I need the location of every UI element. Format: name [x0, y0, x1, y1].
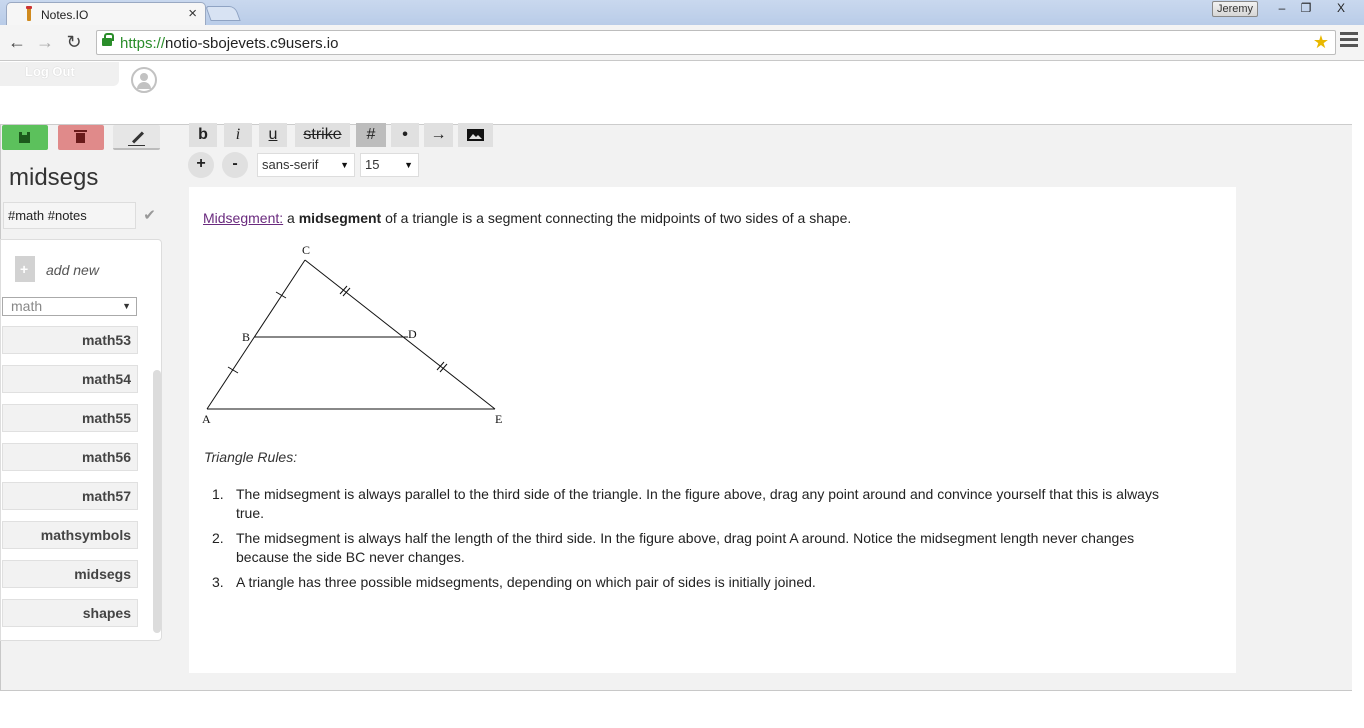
- font-size-value: 15: [365, 157, 380, 172]
- font-size-decrease-button[interactable]: -: [222, 152, 248, 178]
- indent-button[interactable]: →: [424, 123, 453, 147]
- font-size-increase-button[interactable]: +: [188, 152, 214, 178]
- logout-button[interactable]: Log Out: [0, 62, 119, 86]
- side-ac: [206, 259, 306, 410]
- rules-heading: Triangle Rules:: [204, 449, 298, 465]
- side-ce: [304, 259, 496, 410]
- tab-close-icon[interactable]: ×: [188, 5, 197, 22]
- pencil-icon: [131, 131, 145, 144]
- list-item[interactable]: mathsymbols: [2, 521, 138, 549]
- list-item[interactable]: math57: [2, 482, 138, 510]
- rule-number: 3.: [212, 574, 224, 590]
- tag-filter-select[interactable]: math ▼: [2, 297, 137, 316]
- point-b-label[interactable]: B: [242, 330, 250, 344]
- point-a-label[interactable]: A: [202, 412, 211, 426]
- intro-bold-term: midsegment: [298, 210, 382, 226]
- list-item: 1. The midsegment is always parallel to …: [212, 485, 1182, 523]
- chevron-down-icon: ▼: [340, 160, 349, 170]
- numbered-list-button[interactable]: #: [356, 123, 386, 147]
- new-tab-button[interactable]: [205, 6, 241, 21]
- list-item: 3. A triangle has three possible midsegm…: [212, 573, 1182, 592]
- tab-title: Notes.IO: [41, 8, 89, 22]
- intro-text: of a triangle is a segment connecting th…: [381, 210, 852, 226]
- checkmark-icon[interactable]: ✔: [137, 202, 162, 229]
- triangle-figure[interactable]: A B C D E: [198, 240, 518, 435]
- bullet-list-button[interactable]: •: [391, 123, 419, 147]
- add-new-button[interactable]: add new: [46, 262, 99, 278]
- bookmark-star-icon[interactable]: ★: [1313, 32, 1329, 53]
- list-item[interactable]: shapes: [2, 599, 138, 627]
- strike-button[interactable]: strike: [295, 123, 350, 147]
- pencil-favicon-icon: [26, 6, 32, 21]
- notes-scrollbar[interactable]: [153, 370, 161, 633]
- tags-input[interactable]: [3, 202, 136, 229]
- list-item[interactable]: math54: [2, 365, 138, 393]
- bold-button[interactable]: b: [189, 123, 217, 147]
- lock-icon: [102, 33, 114, 46]
- browser-toolbar: ← → ↻ https://notio-sbojevets.c9users.io…: [0, 25, 1364, 61]
- insert-image-button[interactable]: [458, 123, 493, 147]
- save-button[interactable]: [2, 125, 48, 150]
- notes-list: math53 math54 math55 math56 math57 maths…: [2, 326, 138, 638]
- rule-number: 1.: [212, 486, 224, 502]
- point-c-label[interactable]: C: [302, 243, 310, 257]
- edit-button[interactable]: [113, 125, 160, 150]
- browser-tab[interactable]: Notes.IO ×: [6, 2, 206, 25]
- rule-text: A triangle has three possible midsegment…: [236, 574, 816, 590]
- intro-article: a: [283, 210, 299, 226]
- italic-button[interactable]: i: [224, 123, 252, 147]
- tick-ab: [227, 366, 239, 374]
- address-bar[interactable]: https://notio-sbojevets.c9users.io ★: [96, 30, 1336, 55]
- chevron-down-icon: ▼: [404, 160, 413, 170]
- list-item[interactable]: math53: [2, 326, 138, 354]
- delete-button[interactable]: [58, 125, 104, 150]
- list-item[interactable]: math55: [2, 404, 138, 432]
- browser-user-badge[interactable]: Jeremy: [1212, 1, 1258, 17]
- minimize-icon[interactable]: ‒: [1270, 0, 1294, 16]
- font-size-select[interactable]: 15 ▼: [360, 153, 419, 177]
- pencil-underline: [128, 145, 145, 146]
- url-text: https://notio-sbojevets.c9users.io: [120, 35, 338, 52]
- user-icon[interactable]: [131, 67, 157, 93]
- rule-text: The midsegment is always parallel to the…: [236, 486, 1159, 521]
- restore-icon[interactable]: ❐: [1294, 0, 1318, 16]
- rules-list: 1. The midsegment is always parallel to …: [212, 485, 1182, 598]
- chevron-down-icon: ▼: [122, 301, 131, 311]
- midsegment-link[interactable]: Midsegment:: [203, 210, 283, 226]
- browser-titlebar: Notes.IO × Jeremy ‒ ❐ X: [0, 0, 1364, 25]
- font-family-value: sans-serif: [262, 157, 319, 172]
- hamburger-menu-icon[interactable]: [1340, 32, 1358, 50]
- reload-icon[interactable]: ↻: [62, 31, 86, 53]
- image-icon: [467, 129, 484, 141]
- forward-arrow-icon[interactable]: →: [33, 31, 57, 53]
- back-arrow-icon[interactable]: ←: [5, 31, 29, 53]
- intro-paragraph: Midsegment: a midsegment of a triangle i…: [203, 210, 851, 226]
- underline-button[interactable]: u: [259, 123, 287, 147]
- note-title[interactable]: midsegs: [9, 164, 98, 192]
- list-item[interactable]: midsegs: [2, 560, 138, 588]
- window-close-icon[interactable]: X: [1326, 0, 1356, 16]
- url-scheme: https://: [120, 35, 166, 52]
- rule-number: 2.: [212, 530, 224, 546]
- add-file-icon[interactable]: [15, 256, 35, 282]
- trash-icon: [74, 130, 87, 143]
- rule-text: The midsegment is always half the length…: [236, 530, 1135, 565]
- list-item: 2. The midsegment is always half the len…: [212, 529, 1182, 567]
- tag-filter-value: math: [11, 298, 43, 314]
- save-icon: [19, 132, 30, 143]
- list-item[interactable]: math56: [2, 443, 138, 471]
- point-e-label[interactable]: E: [495, 412, 502, 426]
- font-family-select[interactable]: sans-serif ▼: [257, 153, 355, 177]
- url-host: notio-sbojevets.c9users.io: [165, 35, 339, 52]
- point-d-label[interactable]: D: [408, 327, 417, 341]
